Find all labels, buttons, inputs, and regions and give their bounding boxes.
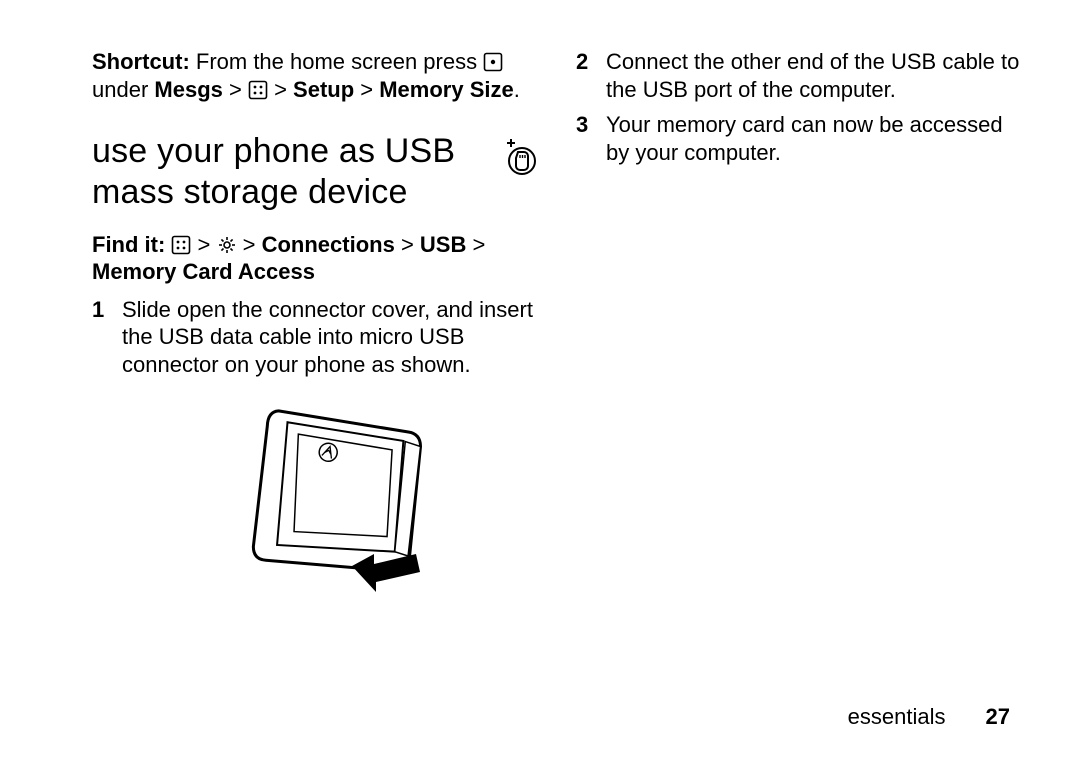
gt-3: > xyxy=(354,77,379,102)
shortcut-paragraph: Shortcut: From the home screen press und… xyxy=(92,48,536,103)
gt-1: > xyxy=(223,77,248,102)
step-1-text: Slide open the connector cover, and inse… xyxy=(122,296,536,379)
menu-key-icon xyxy=(248,80,268,100)
shortcut-text-1: From the home screen press xyxy=(190,49,483,74)
shortcut-path-setup: Setup xyxy=(293,77,354,102)
gt-7: > xyxy=(466,232,485,257)
period-1: . xyxy=(514,77,520,102)
step-1: Slide open the connector cover, and inse… xyxy=(92,296,536,379)
settings-gear-icon xyxy=(217,235,237,255)
section-title-row: use your phone as USB mass storage devic… xyxy=(92,131,536,231)
steps-list-left: Slide open the connector cover, and inse… xyxy=(92,296,536,379)
gt-2: > xyxy=(268,77,293,102)
sd-card-icon xyxy=(502,137,536,184)
step-2-text: Connect the other end of the USB cable t… xyxy=(606,48,1020,103)
phone-illustration xyxy=(92,386,536,613)
shortcut-label: Shortcut: xyxy=(92,49,190,74)
step-2: Connect the other end of the USB cable t… xyxy=(576,48,1020,103)
footer-section: essentials xyxy=(848,703,946,731)
step-3-text: Your memory card can now be accessed by … xyxy=(606,111,1020,166)
page-footer: essentials 27 xyxy=(848,703,1010,731)
section-title: use your phone as USB mass storage devic… xyxy=(92,131,486,213)
findit-path-connections: Connections xyxy=(262,232,395,257)
findit-path-mca: Memory Card Access xyxy=(92,259,315,284)
two-column-layout: Shortcut: From the home screen press und… xyxy=(92,48,1020,613)
gt-4: > xyxy=(191,232,216,257)
findit-label: Find it: xyxy=(92,232,165,257)
menu-key-icon-2 xyxy=(171,235,191,255)
step-3: Your memory card can now be accessed by … xyxy=(576,111,1020,166)
gt-6: > xyxy=(395,232,420,257)
shortcut-path-mesgs: Mesgs xyxy=(154,77,222,102)
shortcut-text-2: under xyxy=(92,77,154,102)
gt-5: > xyxy=(237,232,262,257)
shortcut-path-memsize: Memory Size xyxy=(379,77,514,102)
find-it-paragraph: Find it: > > Connections > USB > Memory … xyxy=(92,231,536,286)
right-column: Connect the other end of the USB cable t… xyxy=(576,48,1020,613)
nav-key-icon xyxy=(483,52,503,72)
footer-page-number: 27 xyxy=(986,703,1010,731)
findit-path-usb: USB xyxy=(420,232,466,257)
steps-list-right: Connect the other end of the USB cable t… xyxy=(576,48,1020,166)
left-column: Shortcut: From the home screen press und… xyxy=(92,48,536,613)
